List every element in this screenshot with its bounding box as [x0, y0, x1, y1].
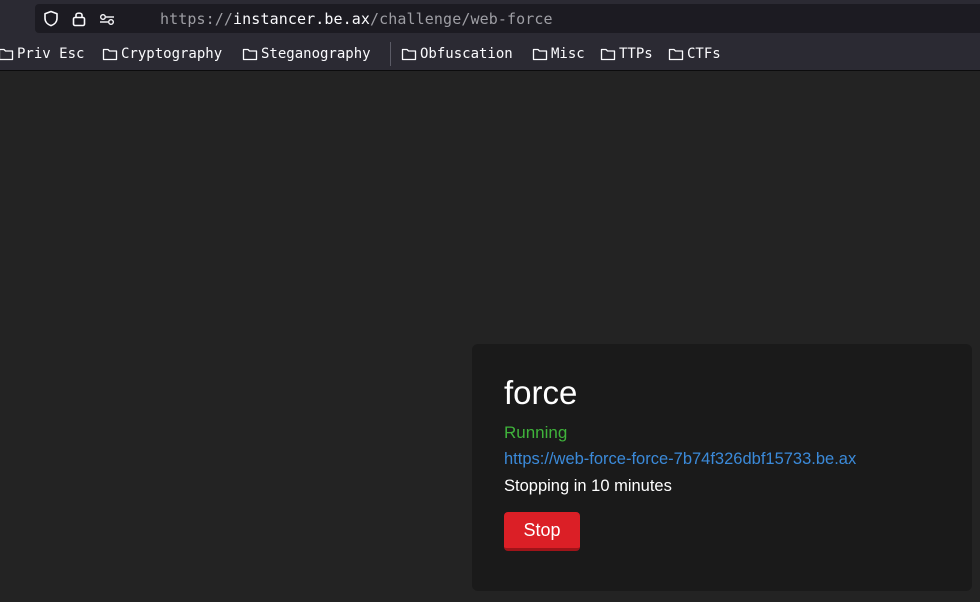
folder-icon — [242, 48, 258, 61]
bookmark-ttps[interactable]: TTPs — [600, 44, 653, 64]
bookmark-cryptography[interactable]: Cryptography — [102, 44, 222, 64]
folder-icon — [600, 48, 616, 61]
bookmark-label: Priv Esc — [17, 46, 85, 62]
bookmark-misc[interactable]: Misc — [532, 44, 585, 64]
bookmark-priv-esc[interactable]: Priv Esc — [0, 44, 84, 64]
permissions-icon[interactable] — [98, 10, 115, 27]
bookmark-separator — [390, 42, 391, 66]
url-scheme: https:// — [160, 10, 234, 28]
page-content: force Running https://web-force-force-7b… — [0, 71, 980, 602]
status-text: Running — [504, 423, 568, 442]
bookmark-steganography[interactable]: Steganography — [242, 44, 371, 64]
bookmark-label: Steganography — [261, 46, 371, 62]
url-host: instancer.be.ax — [233, 10, 371, 28]
bookmark-ctfs[interactable]: CTFs — [668, 44, 721, 64]
bookmark-label: CTFs — [687, 46, 721, 62]
bookmark-obfuscation[interactable]: Obfuscation — [401, 44, 513, 64]
instance-card: force Running https://web-force-force-7b… — [472, 344, 972, 591]
folder-icon — [102, 48, 118, 61]
instance-url-link[interactable]: https://web-force-force-7b74f326dbf15733… — [504, 450, 856, 469]
url-text[interactable]: https://instancer.be.ax/challenge/web-fo… — [160, 10, 553, 28]
bookmark-label: Misc — [551, 46, 585, 62]
bookmark-label: Obfuscation — [420, 46, 513, 62]
folder-icon — [668, 48, 684, 61]
bookmark-label: Cryptography — [121, 46, 223, 62]
folder-icon — [532, 48, 548, 61]
expiry-text: Stopping in 10 minutes — [504, 477, 672, 495]
browser-toolbar: https://instancer.be.ax/challenge/web-fo… — [0, 0, 980, 36]
shield-icon[interactable] — [42, 10, 59, 27]
folder-icon — [401, 48, 417, 61]
url-path: /challenge/web-force — [370, 10, 553, 28]
challenge-title: force — [504, 374, 578, 411]
bookmarks-toolbar: Priv Esc Cryptography Steganography Obfu… — [0, 36, 980, 71]
stop-button[interactable]: Stop — [504, 512, 580, 551]
lock-icon[interactable] — [70, 10, 87, 27]
folder-icon — [0, 48, 14, 61]
bookmark-label: TTPs — [619, 46, 653, 62]
address-bar[interactable]: https://instancer.be.ax/challenge/web-fo… — [35, 4, 980, 33]
